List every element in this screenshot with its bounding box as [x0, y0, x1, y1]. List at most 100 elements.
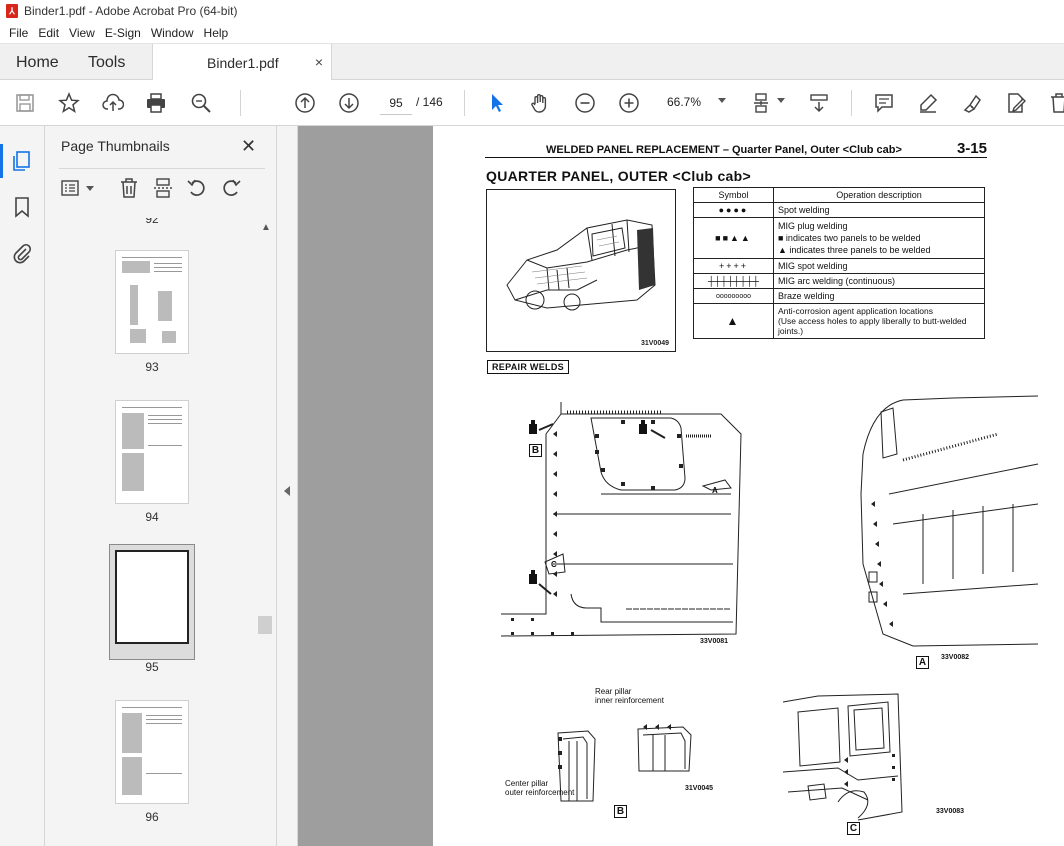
description-cell: MIG arc welding (continuous)	[773, 273, 985, 289]
collapse-arrow-icon[interactable]	[284, 486, 290, 496]
description-cell: MIG plug welding ■ indicates two panels …	[773, 217, 985, 259]
zoom-value[interactable]: 66.7%	[667, 95, 701, 109]
zoom-in-icon[interactable]	[617, 91, 641, 115]
menu-help[interactable]: Help	[199, 26, 234, 40]
zoom-dropdown-icon[interactable]	[718, 98, 726, 103]
page-header: WELDED PANEL REPLACEMENT – Quarter Panel…	[485, 140, 987, 158]
star-icon[interactable]	[57, 91, 81, 115]
bookmark-icon[interactable]	[11, 196, 33, 218]
page-layout-dropdown-icon[interactable]	[777, 98, 785, 103]
detail-marker-b-2: B	[614, 805, 627, 818]
rotate-left-icon[interactable]	[185, 176, 209, 200]
quarter-panel-side-figure: B A C 33V0081	[500, 394, 751, 646]
thumbnail-label: 95	[145, 660, 159, 674]
detail-marker-c: C	[847, 822, 860, 835]
attachment-icon[interactable]	[11, 242, 33, 264]
panel-close-icon[interactable]: ✕	[241, 136, 256, 157]
cloud-upload-icon[interactable]	[101, 91, 125, 115]
tab-home[interactable]: Home	[16, 44, 59, 81]
acrobat-logo-icon: ⅄	[6, 4, 18, 18]
edit-pdf-icon[interactable]	[1004, 91, 1028, 115]
scroll-up-icon[interactable]: ▲	[261, 222, 271, 233]
zoom-search-icon[interactable]	[189, 91, 213, 115]
thumbnail-page	[115, 550, 189, 644]
interior-detail-figure: 33V0083 C	[778, 692, 978, 842]
menu-view[interactable]: View	[64, 26, 100, 40]
table-row: ●●●● Spot welding	[693, 202, 985, 218]
table-row: ■■▲▲ MIG plug welding ■ indicates two pa…	[693, 217, 985, 259]
menu-file[interactable]: File	[4, 26, 33, 40]
pillar-reinforcement-drawing	[557, 724, 692, 802]
table-row: ┼┼┼┼┼┼┼┼ MIG arc welding (continuous)	[693, 273, 985, 289]
thumbnail-options-dropdown-icon[interactable]	[86, 186, 94, 191]
tab-document-label: Binder1.pdf	[207, 54, 279, 71]
symbol-table: Symbol Operation description ●●●● Spot w…	[693, 187, 985, 339]
tab-close-icon[interactable]: ×	[315, 54, 323, 70]
zoom-out-icon[interactable]	[573, 91, 597, 115]
figure-code: 31V0045	[685, 785, 714, 792]
toolbar-separator	[240, 90, 241, 116]
pdf-page: WELDED PANEL REPLACEMENT – Quarter Panel…	[433, 126, 1064, 846]
extract-page-icon[interactable]	[151, 176, 175, 200]
document-viewport[interactable]: WELDED PANEL REPLACEMENT – Quarter Panel…	[298, 126, 1064, 846]
highlight-pen-icon[interactable]	[916, 91, 940, 115]
detail-marker-a: A	[916, 656, 929, 669]
table-header-description: Operation description	[773, 187, 985, 203]
rear-pillar-label: Rear pillar inner reinforcement	[595, 687, 664, 705]
page-number-label: 3-15	[956, 140, 987, 157]
menu-e-sign[interactable]: E-Sign	[100, 26, 146, 40]
section-title: QUARTER PANEL, OUTER <Club cab>	[486, 168, 751, 184]
delete-page-icon[interactable]	[117, 176, 141, 200]
toolbar-separator	[851, 90, 852, 116]
thumbnail-page[interactable]	[115, 400, 189, 504]
print-icon[interactable]	[144, 91, 168, 115]
panel-title: Page Thumbnails	[61, 138, 170, 154]
toolbar: / 146 66.7%	[0, 80, 1064, 126]
thumbnail-page[interactable]	[115, 700, 189, 804]
tab-document[interactable]: Binder1.pdf ×	[152, 44, 332, 81]
table-row: ▲ Anti-corrosion agent application locat…	[693, 303, 985, 339]
description-cell: Spot welding	[773, 202, 985, 218]
select-cursor-icon[interactable]	[485, 91, 509, 115]
pillar-reinforcement-figure: Rear pillar inner reinforcement Center p…	[503, 687, 723, 826]
car-body-drawing	[506, 219, 656, 311]
panel-collapse-handle[interactable]	[277, 126, 298, 846]
scroll-mode-icon[interactable]	[807, 91, 831, 115]
rotate-right-icon[interactable]	[219, 176, 243, 200]
panel-divider	[59, 168, 265, 169]
menu-window[interactable]: Window	[146, 26, 199, 40]
previous-page-icon[interactable]	[293, 91, 317, 115]
rear-view-drawing	[860, 395, 1039, 647]
thumbnail-label: 94	[145, 510, 159, 524]
page-thumbnails-icon[interactable]	[0, 144, 33, 178]
tab-bar: Home Tools Binder1.pdf ×	[0, 43, 1064, 81]
thumbnail-scrollbar[interactable]	[258, 616, 272, 634]
car-image-code: 31V0049	[640, 340, 669, 347]
next-page-icon[interactable]	[337, 91, 361, 115]
save-icon[interactable]	[13, 91, 37, 115]
menu-edit[interactable]: Edit	[33, 26, 64, 40]
page-number-input[interactable]	[380, 91, 412, 115]
sign-pen-icon[interactable]	[960, 91, 984, 115]
comment-icon[interactable]	[872, 91, 896, 115]
thumbnail-label: 93	[145, 360, 159, 374]
title-bar: ⅄ Binder1.pdf - Adobe Acrobat Pro (64-bi…	[0, 0, 1064, 22]
thumbnail-page[interactable]	[115, 250, 189, 354]
thumbnail-options-icon[interactable]	[59, 176, 83, 200]
thumbnail-label: 92	[145, 218, 159, 226]
thumbnail-selected[interactable]	[109, 544, 195, 660]
description-cell: Braze welding	[773, 288, 985, 304]
page-layout-icon[interactable]	[751, 91, 775, 115]
tab-tools[interactable]: Tools	[88, 44, 125, 81]
toolbar-separator	[464, 90, 465, 116]
menu-bar: File Edit View E-Sign Window Help	[0, 22, 1064, 43]
symbol-cell: ■■▲▲	[693, 217, 774, 259]
symbol-cell: ooooooooo	[693, 288, 774, 304]
hand-tool-icon[interactable]	[528, 91, 552, 115]
symbol-cell: ▲	[693, 303, 774, 339]
symbol-cell: ┼┼┼┼┼┼┼┼	[693, 273, 774, 289]
delete-icon[interactable]	[1047, 91, 1064, 115]
repair-welds-label: REPAIR WELDS	[487, 360, 569, 374]
detail-marker-b: B	[529, 444, 542, 457]
rear-view-figure: A 33V0082	[823, 394, 1043, 669]
